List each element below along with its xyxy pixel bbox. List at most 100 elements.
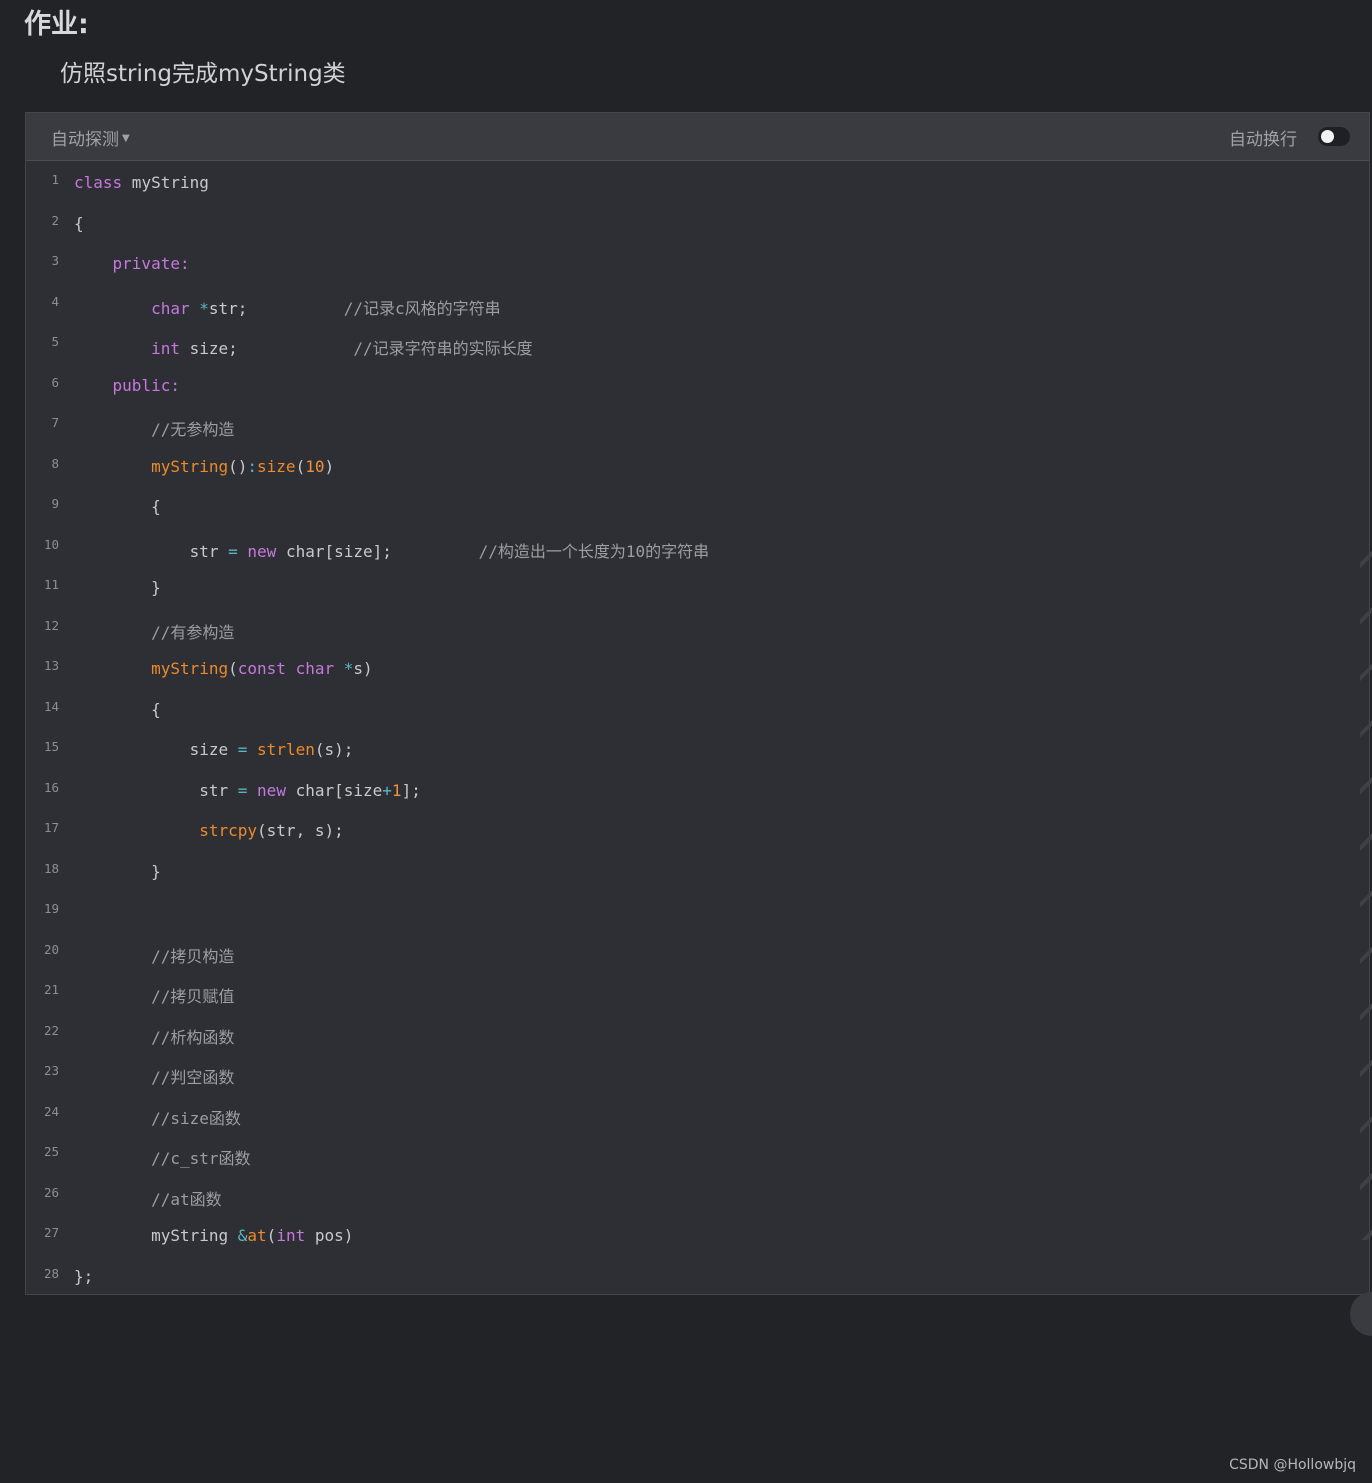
line-number: 4: [51, 293, 59, 309]
code-token: size: [257, 456, 296, 476]
code-line: 22 //析构函数: [26, 1017, 1369, 1058]
code-token: =: [237, 780, 248, 800]
code-line: 21 //拷贝赋值: [26, 976, 1369, 1017]
code-token: const: [237, 659, 286, 678]
code-line: 17 strcpy(str, s);: [26, 814, 1369, 855]
code-token: (): [228, 456, 248, 476]
code-text: class myString: [74, 173, 209, 192]
code-line: 10 str = new char[size]; //构造出一个长度为10的字符…: [26, 531, 1369, 572]
code-line: 27 myString &at(int pos): [26, 1219, 1369, 1260]
code-text: char *str; //记录c风格的字符串: [74, 295, 501, 319]
line-number: 21: [43, 982, 59, 997]
code-token: (s);: [314, 740, 354, 759]
code-token: strcpy: [199, 821, 258, 840]
code-token: +: [382, 780, 392, 800]
code-token: myString: [74, 1226, 238, 1245]
code-token: //析构函数: [151, 1027, 235, 1047]
code-token: str;: [208, 298, 344, 318]
code-text: }: [74, 578, 161, 597]
code-line: 13 myString(const char *s): [26, 652, 1369, 693]
line-number: 25: [43, 1144, 59, 1159]
code-text: //size函数: [74, 1105, 241, 1129]
line-number: 17: [43, 820, 59, 835]
line-number: 8: [51, 455, 59, 471]
code-text: myString &at(int pos): [74, 1226, 353, 1245]
code-text: //判空函数: [74, 1064, 234, 1088]
line-number: 23: [43, 1063, 59, 1078]
code-token: char: [295, 659, 335, 678]
line-number: 10: [43, 536, 59, 552]
code-line: 25 //c_str函数: [26, 1138, 1369, 1179]
code-line: 15 size = strlen(s);: [26, 733, 1369, 774]
auto-wrap-label: 自动换行: [1229, 130, 1297, 150]
code-text: //析构函数: [74, 1024, 234, 1048]
code-token: =: [237, 740, 248, 759]
code-text: {: [74, 497, 161, 516]
code-line: 18 }: [26, 855, 1369, 896]
line-number: 5: [51, 334, 59, 349]
code-token: char[size: [285, 780, 383, 800]
code-token: size: [74, 740, 238, 759]
side-decoration: [1360, 540, 1372, 1240]
line-number: 6: [51, 374, 59, 390]
code-text: int size; //记录字符串的实际长度: [74, 335, 533, 359]
code-token: (: [295, 456, 306, 476]
code-line: 7 //无参构造: [26, 409, 1369, 450]
code-line: 23 //判空函数: [26, 1057, 1369, 1098]
code-line: 19: [26, 895, 1369, 936]
code-token: //有参构造: [151, 622, 235, 642]
page-heading: 作业:: [24, 9, 89, 40]
code-line: 14 {: [26, 693, 1369, 734]
code-token: {: [74, 213, 84, 233]
line-number: 22: [43, 1022, 59, 1038]
code-token: //拷贝构造: [151, 946, 235, 966]
line-number: 28: [43, 1265, 59, 1281]
language-select[interactable]: 自动探测 ▼: [51, 125, 130, 150]
code-token: char[size];: [276, 541, 479, 561]
code-token: //构造出一个长度为10的字符串: [478, 541, 710, 561]
code-token: //记录字符串的实际长度: [353, 339, 533, 358]
code-token: (: [266, 1226, 277, 1245]
code-token: pos): [305, 1226, 354, 1245]
line-number: 24: [43, 1103, 59, 1119]
watermark: CSDN @Hollowbjq: [1229, 1457, 1356, 1473]
code-line: 9 {: [26, 490, 1369, 531]
code-token: myString: [151, 456, 229, 476]
auto-wrap-toggle[interactable]: [1318, 127, 1350, 146]
code-text: {: [74, 700, 161, 719]
line-number: 12: [43, 617, 59, 633]
code-token: =: [228, 541, 238, 561]
code-token: *: [199, 298, 209, 318]
code-content: 1 class myString 2{3 private: 4 char *str; …: [26, 161, 1369, 1300]
code-line: 4 char *str; //记录c风格的字符串: [26, 288, 1369, 329]
code-text: myString(const char *s): [74, 659, 373, 678]
code-token: new: [247, 541, 277, 561]
code-text: //拷贝赋值: [74, 983, 234, 1007]
code-line: 2{: [26, 207, 1369, 248]
line-number: 20: [43, 941, 59, 957]
code-token: //拷贝赋值: [151, 987, 235, 1006]
code-line: 28};: [26, 1260, 1369, 1301]
code-text: //c_str函数: [74, 1145, 250, 1169]
code-line: 8 myString():size(10): [26, 450, 1369, 491]
code-text: //拷贝构造: [74, 943, 234, 967]
code-text: size = strlen(s);: [74, 740, 354, 759]
code-token: ): [324, 456, 335, 476]
code-token: {: [74, 497, 161, 516]
code-token: new: [257, 780, 286, 800]
